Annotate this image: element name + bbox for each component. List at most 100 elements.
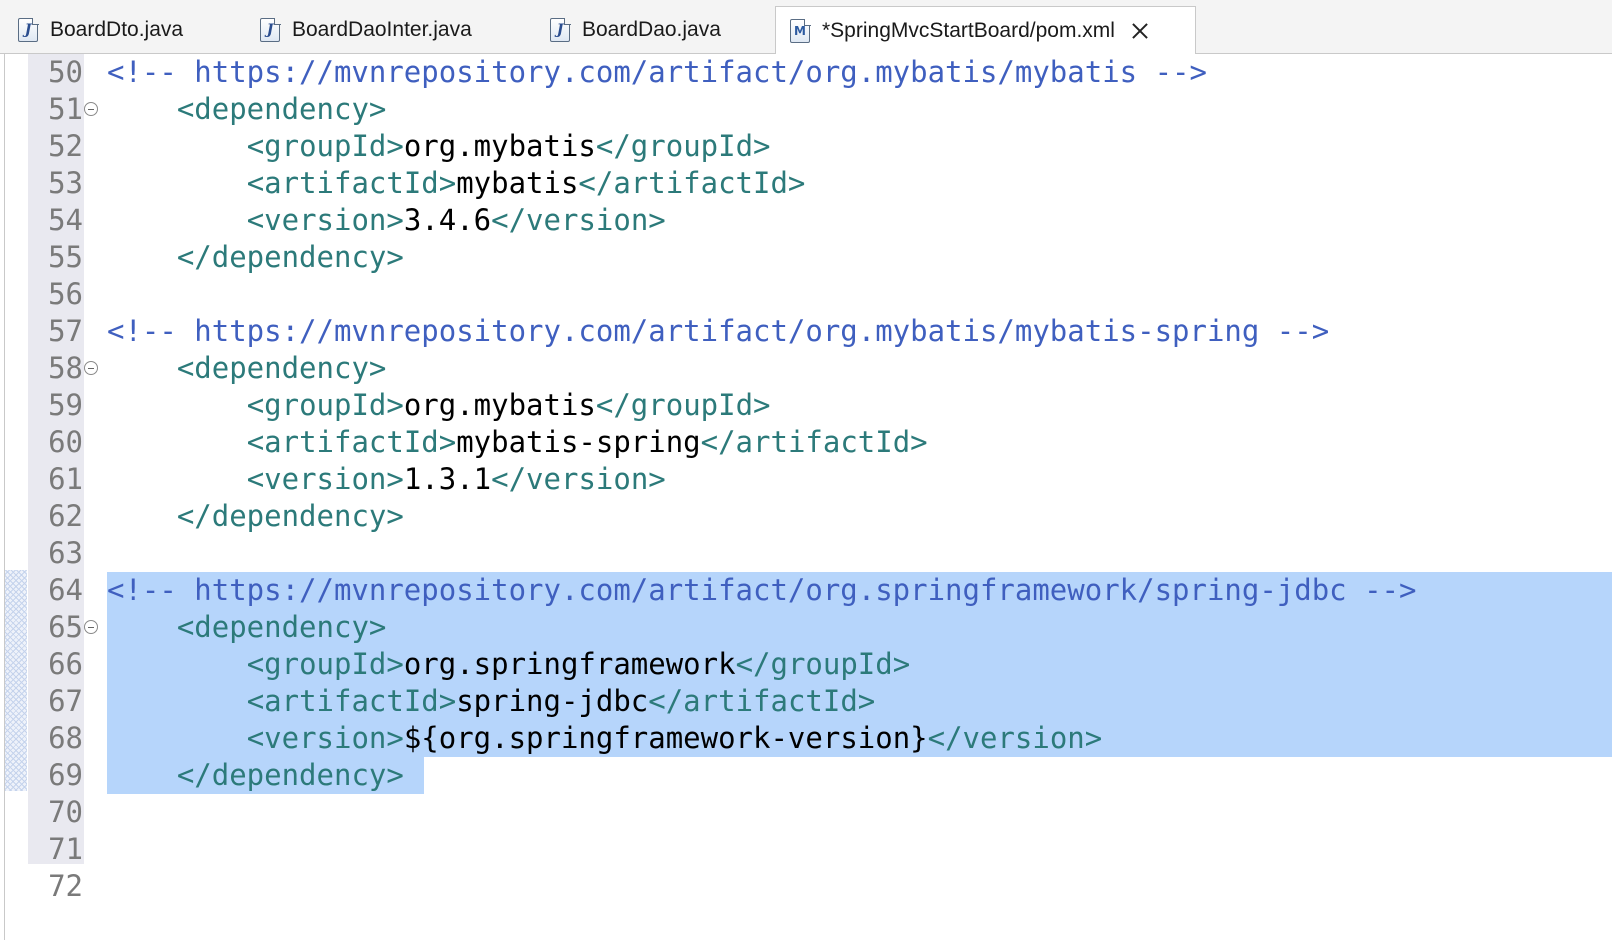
code-text: <artifactId>spring-jdbc</artifactId> [107,683,876,720]
code-text: <version>3.4.6</version> [107,202,666,239]
fold-collapse-icon[interactable] [84,361,98,375]
code-line[interactable]: 62 </dependency> [0,498,1612,535]
line-number: 69 [48,758,83,792]
code-text: <groupId>org.springframework</groupId> [107,646,910,683]
tab-pom-xml[interactable]: M *SpringMvcStartBoard/pom.xml [775,6,1196,55]
code-line[interactable]: 53 <artifactId>mybatis</artifactId> [0,165,1612,202]
code-text: <dependency> [107,609,387,646]
line-number: 62 [48,499,83,533]
xml-tag: <dependency> [176,351,387,385]
close-icon[interactable] [1131,22,1149,40]
xml-text [107,166,247,200]
fold-collapse-icon[interactable] [84,620,98,634]
code-line[interactable]: 63 [0,535,1612,572]
line-number: 70 [48,795,83,829]
code-line[interactable]: 64 <!-- https://mvnrepository.com/artifac… [0,572,1612,609]
code-line[interactable]: 50 <!-- https://mvnrepository.com/artifac… [0,54,1612,91]
fold-collapse-icon[interactable] [84,102,98,116]
xml-text [107,610,177,644]
xml-tag: <artifactId> [246,684,457,718]
xml-tag: <version> [246,721,404,755]
xml-text [107,462,247,496]
code-text: <!-- https://mvnrepository.com/artifact/… [107,54,1207,91]
code-text: </dependency> [107,239,404,276]
xml-text: org.mybatis [403,129,596,163]
code-line[interactable]: 67 <artifactId>spring-jdbc</artifactId> [0,683,1612,720]
xml-text [107,240,177,274]
xml-tag: <groupId> [246,388,404,422]
line-number: 60 [48,425,83,459]
tab-label: BoardDto.java [50,18,184,41]
line-number: 58 [48,351,83,385]
tab-boarddao-java[interactable]: J BoardDao.java [546,6,774,54]
code-line[interactable]: 55 </dependency> [0,239,1612,276]
xml-text: mybatis [456,166,579,200]
xml-text [107,92,177,126]
xml-tag: </artifactId> [700,425,928,459]
xml-text [107,758,177,792]
xml-text [107,129,247,163]
line-number: 71 [48,832,83,866]
xml-text: 1.3.1 [403,462,492,496]
line-number: 59 [48,388,83,422]
code-line[interactable]: 56 [0,276,1612,313]
line-number: 54 [48,203,83,237]
xml-tag: </groupId> [595,388,771,422]
code-line[interactable]: 71 [0,831,1612,868]
xml-text: org.springframework [403,647,736,681]
xml-tag: <version> [246,462,404,496]
line-number: 63 [48,536,83,570]
xml-tag: </artifactId> [648,684,876,718]
xml-source-editor[interactable]: 50 <!-- https://mvnrepository.com/artifac… [0,54,1612,940]
xml-tag: </version> [491,462,666,496]
code-line[interactable]: 69 </dependency> [0,757,1612,794]
code-line[interactable]: 66 <groupId>org.springframework</groupId… [0,646,1612,683]
xml-text [107,351,177,385]
line-number: 66 [48,647,83,681]
line-number: 68 [48,721,83,755]
line-number: 67 [48,684,83,718]
xml-comment: <!-- https://mvnrepository.com/artifact/… [107,314,1330,348]
xml-tag: <version> [246,203,404,237]
xml-tag: <dependency> [176,92,387,126]
code-line[interactable]: 72 [0,868,1612,905]
code-line[interactable]: 51 <dependency> [0,91,1612,128]
xml-tag: </version> [491,203,666,237]
xml-text [107,721,247,755]
tab-boarddto-java[interactable]: J BoardDto.java [14,6,252,54]
xml-text: ${org.springframework-version} [403,721,928,755]
code-line[interactable]: 60 <artifactId>mybatis-spring</artifactI… [0,424,1612,461]
code-line[interactable]: 61 <version>1.3.1</version> [0,461,1612,498]
code-text: <version>1.3.1</version> [107,461,666,498]
code-text: <!-- https://mvnrepository.com/artifact/… [107,572,1416,609]
xml-tag: <groupId> [246,647,404,681]
tab-label: BoardDao.java [582,18,721,41]
java-file-icon: J [550,17,571,42]
tab-boarddaointer-java[interactable]: J BoardDaoInter.java [256,6,538,54]
code-line[interactable]: 58 <dependency> [0,350,1612,387]
code-text: <version>${org.springframework-version}<… [107,720,1103,757]
code-line[interactable]: 54 <version>3.4.6</version> [0,202,1612,239]
code-line[interactable]: 65 <dependency> [0,609,1612,646]
xml-text [107,684,247,718]
xml-tag: </version> [927,721,1103,755]
xml-tag: </groupId> [735,647,911,681]
code-line[interactable]: 68 <version>${org.springframework-versio… [0,720,1612,757]
code-text: <dependency> [107,91,387,128]
xml-text: 3.4.6 [403,203,492,237]
code-line[interactable]: 57 <!-- https://mvnrepository.com/artifac… [0,313,1612,350]
line-number: 72 [48,869,83,903]
code-line[interactable]: 52 <groupId>org.mybatis</groupId> [0,128,1612,165]
line-number: 61 [48,462,83,496]
line-number: 52 [48,129,83,163]
code-line[interactable]: 59 <groupId>org.mybatis</groupId> [0,387,1612,424]
xml-tag: <artifactId> [246,425,457,459]
xml-text [107,203,247,237]
xml-tag: <dependency> [176,610,387,644]
xml-comment: <!-- https://mvnrepository.com/artifact/… [107,573,1417,607]
code-line[interactable]: 70 [0,794,1612,831]
editor-tab-bar: J BoardDto.java J BoardDaoInter.java J B… [0,0,1612,55]
xml-tag: <groupId> [246,129,404,163]
line-number: 51 [48,92,83,126]
code-text: <artifactId>mybatis</artifactId> [107,165,806,202]
